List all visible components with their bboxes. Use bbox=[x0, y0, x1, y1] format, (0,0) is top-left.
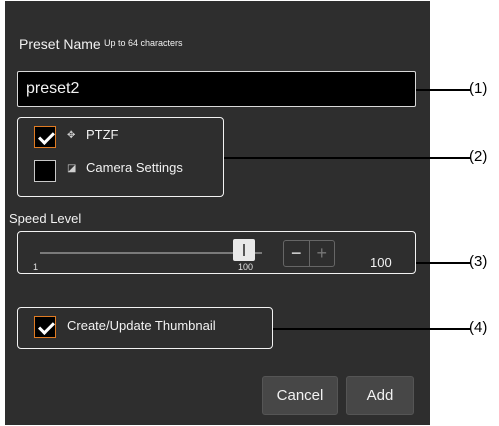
speed-decrease-button[interactable]: − bbox=[284, 241, 309, 266]
speed-slider-thumb[interactable] bbox=[233, 239, 255, 261]
speed-value: 100 bbox=[370, 255, 392, 270]
ptzf-label: PTZF bbox=[86, 127, 119, 142]
preset-name-hint: Up to 64 characters bbox=[104, 38, 183, 48]
speed-max-label: 100 bbox=[238, 262, 254, 272]
preset-name-label: Preset Name bbox=[19, 36, 101, 52]
callout-1: (1) bbox=[469, 80, 488, 97]
callout-4: (4) bbox=[469, 319, 488, 336]
callout-line-4 bbox=[273, 328, 471, 330]
speed-stepper: − + bbox=[283, 240, 335, 267]
add-button[interactable]: Add bbox=[346, 376, 414, 415]
speed-level-label: Speed Level bbox=[9, 211, 82, 226]
callout-line-3 bbox=[416, 262, 471, 264]
speed-slider-track[interactable] bbox=[40, 252, 262, 254]
speed-min-label: 1 bbox=[33, 262, 39, 272]
thumbnail-checkbox[interactable] bbox=[34, 316, 56, 338]
cancel-button[interactable]: Cancel bbox=[262, 376, 338, 415]
callout-2: (2) bbox=[469, 148, 488, 165]
preset-name-input[interactable] bbox=[17, 71, 416, 107]
callout-3: (3) bbox=[469, 253, 488, 270]
thumbnail-label: Create/Update Thumbnail bbox=[67, 318, 216, 333]
camera-settings-label: Camera Settings bbox=[86, 160, 183, 175]
speed-increase-button[interactable]: + bbox=[308, 241, 335, 266]
ptzf-checkbox[interactable] bbox=[34, 126, 56, 148]
camera-settings-checkbox[interactable] bbox=[34, 160, 56, 182]
callout-line-1 bbox=[416, 89, 471, 91]
camera-settings-icon: ◪ bbox=[67, 163, 77, 174]
ptzf-icon: ✥ bbox=[67, 130, 76, 141]
callout-line-2 bbox=[224, 157, 471, 159]
